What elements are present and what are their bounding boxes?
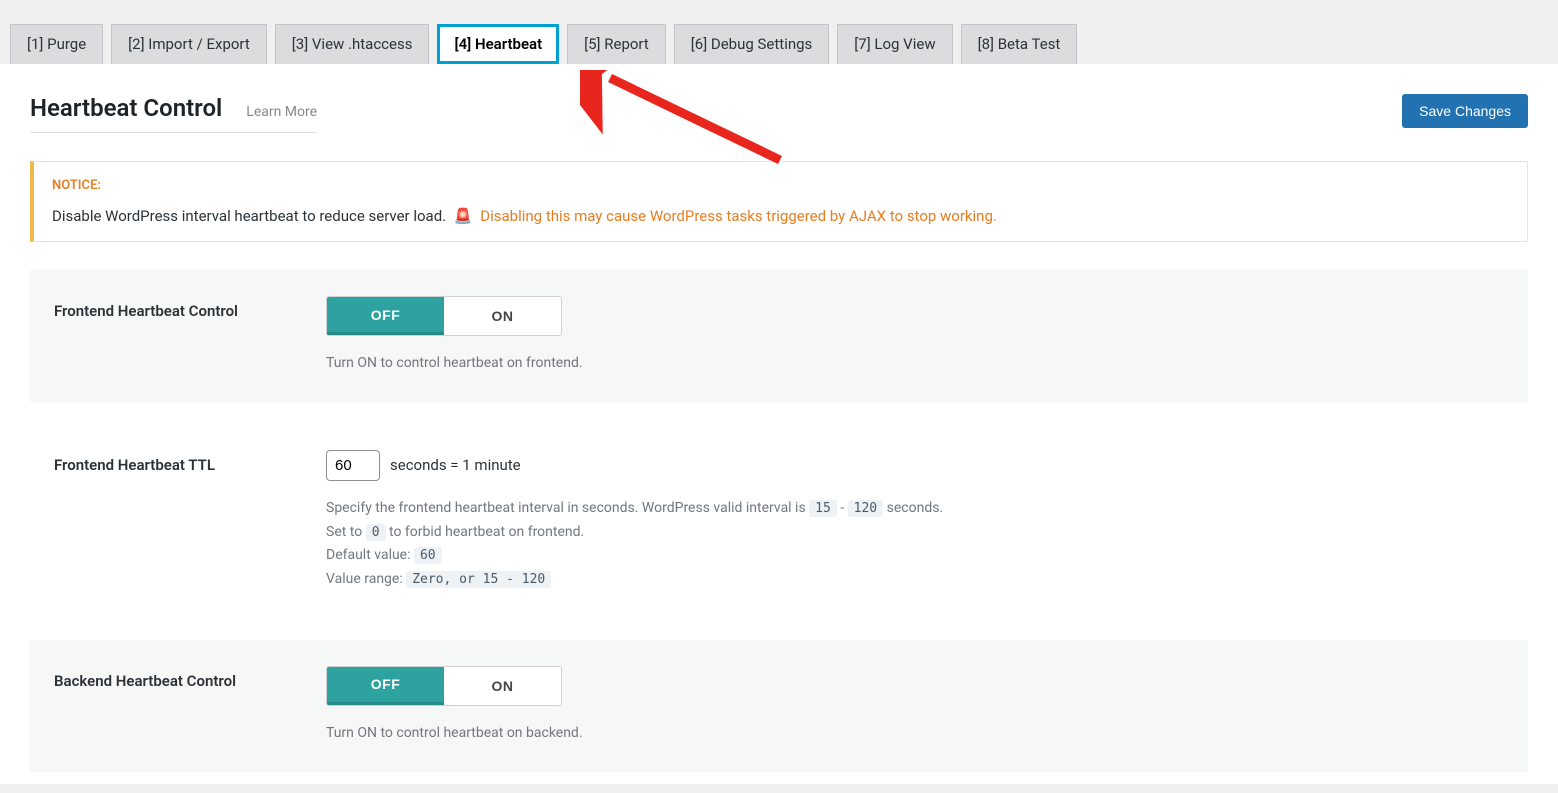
page-content: Heartbeat Control Learn More Save Change…	[0, 64, 1558, 784]
ttl-default-line: Default value: 60	[326, 544, 1504, 568]
ttl-default-chip: 60	[414, 547, 442, 564]
notice-body: Disable WordPress interval heartbeat to …	[52, 207, 1509, 225]
ttl-unit-label: seconds = 1 minute	[390, 456, 521, 474]
page-title: Heartbeat Control	[30, 94, 222, 122]
learn-more-link[interactable]: Learn More	[246, 104, 317, 120]
notice-box: NOTICE: Disable WordPress interval heart…	[30, 161, 1528, 242]
siren-icon: 🚨	[450, 207, 477, 225]
frontend-control-toggle: OFF ON	[326, 296, 562, 336]
ttl-min-chip: 15	[809, 500, 837, 517]
tab-view-htaccess[interactable]: [3] View .htaccess	[275, 24, 430, 64]
toggle-on-button[interactable]: ON	[444, 297, 561, 335]
toggle-off-button[interactable]: OFF	[327, 667, 444, 705]
ttl-range-chip: Zero, or 15 - 120	[406, 571, 551, 588]
setting-frontend-control: Frontend Heartbeat Control OFF ON Turn O…	[30, 270, 1528, 402]
ttl-range-line: Value range: Zero, or 15 - 120	[326, 568, 1504, 592]
setting-frontend-ttl: Frontend Heartbeat TTL seconds = 1 minut…	[30, 424, 1528, 618]
setting-label: Frontend Heartbeat TTL	[54, 450, 326, 474]
ttl-forbid-line: Set to 0 to forbid heartbeat on frontend…	[326, 521, 1504, 545]
setting-label: Backend Heartbeat Control	[54, 666, 326, 690]
ttl-zero-chip: 0	[366, 524, 386, 541]
tab-purge[interactable]: [1] Purge	[10, 24, 103, 64]
notice-label: NOTICE:	[52, 178, 1509, 193]
tab-bar: [1] Purge [2] Import / Export [3] View .…	[0, 0, 1558, 64]
ttl-spec-line: Specify the frontend heartbeat interval …	[326, 497, 1504, 521]
tab-beta-test[interactable]: [8] Beta Test	[961, 24, 1078, 64]
ttl-max-chip: 120	[848, 500, 883, 517]
toggle-on-button[interactable]: ON	[444, 667, 561, 705]
tab-import-export[interactable]: [2] Import / Export	[111, 24, 267, 64]
setting-label: Frontend Heartbeat Control	[54, 296, 326, 320]
save-changes-button[interactable]: Save Changes	[1402, 94, 1528, 128]
tab-heartbeat[interactable]: [4] Heartbeat	[437, 24, 559, 64]
setting-help: Turn ON to control heartbeat on frontend…	[326, 352, 1504, 376]
tab-log-view[interactable]: [7] Log View	[837, 24, 952, 64]
notice-warning: Disabling this may cause WordPress tasks…	[480, 207, 997, 225]
tab-report[interactable]: [5] Report	[567, 24, 666, 64]
toggle-off-button[interactable]: OFF	[327, 297, 444, 335]
setting-backend-control: Backend Heartbeat Control OFF ON Turn ON…	[30, 640, 1528, 772]
backend-control-toggle: OFF ON	[326, 666, 562, 706]
setting-help: Turn ON to control heartbeat on backend.	[326, 722, 1504, 746]
tab-debug-settings[interactable]: [6] Debug Settings	[674, 24, 830, 64]
frontend-ttl-input[interactable]	[326, 450, 380, 481]
notice-text: Disable WordPress interval heartbeat to …	[52, 207, 450, 225]
